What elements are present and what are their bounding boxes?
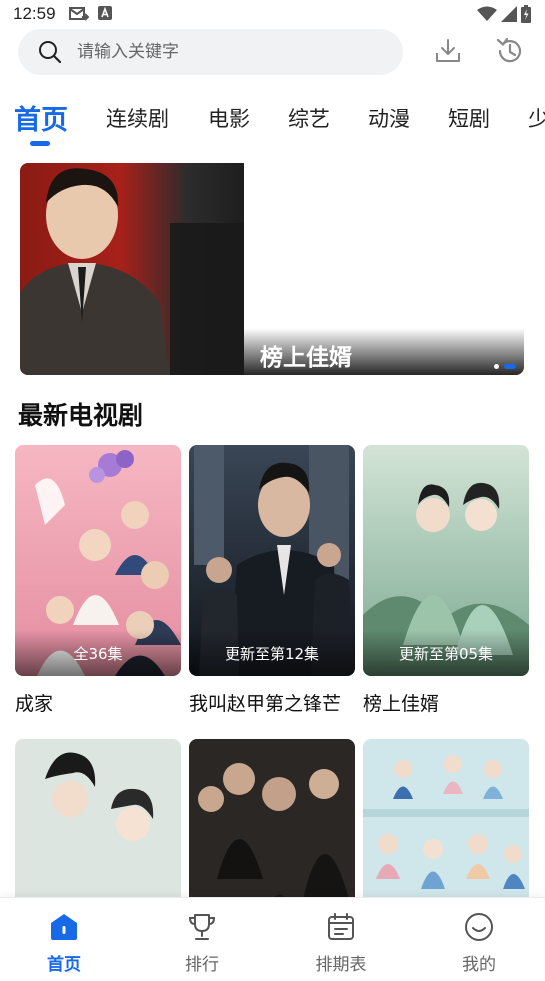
status-bar: 12:59 — [0, 0, 545, 30]
nav-label: 排行 — [185, 955, 219, 975]
show-title: 榜上佳婿 — [363, 693, 440, 715]
signal-icon — [501, 6, 517, 22]
tab-short-drama[interactable]: 短剧 — [448, 103, 490, 133]
trophy-icon — [188, 914, 216, 940]
tab-series[interactable]: 连续剧 — [106, 103, 169, 133]
search-icon — [39, 41, 62, 64]
nav-label: 排期表 — [315, 955, 367, 975]
tab-anime[interactable]: 动漫 — [368, 103, 410, 133]
show-poster: 更新至第05集 — [363, 445, 529, 676]
nav-label: 首页 — [47, 955, 81, 975]
show-title: 我叫赵甲第之锋芒 — [189, 693, 342, 715]
category-tabs: 首页 连续剧 电影 综艺 动漫 短剧 少 — [0, 95, 545, 153]
status-time: 12:59 — [13, 4, 56, 23]
banner-figure — [20, 168, 244, 375]
calendar-icon — [328, 913, 354, 940]
history-icon[interactable] — [495, 36, 525, 66]
section-title: 最新电视剧 — [18, 401, 144, 430]
search-input[interactable] — [77, 29, 387, 75]
search-bar[interactable] — [18, 29, 403, 75]
nav-label: 我的 — [462, 955, 496, 975]
show-card[interactable]: 更新至第05集 榜上佳婿 — [363, 445, 529, 716]
tab-home[interactable]: 首页 — [14, 98, 68, 137]
smiley-icon — [465, 913, 493, 941]
home-icon — [51, 914, 77, 940]
mail-forward-icon — [69, 7, 89, 21]
download-icon[interactable] — [433, 36, 463, 66]
wifi-icon — [477, 6, 497, 21]
nav-profile[interactable]: 我的 — [434, 912, 524, 975]
banner-title: 榜上佳婿 — [260, 345, 352, 371]
show-poster: 全36集 — [15, 445, 181, 676]
nav-schedule[interactable]: 排期表 — [296, 912, 386, 975]
show-card[interactable]: 全36集 成家 — [15, 445, 181, 716]
nav-home[interactable]: 首页 — [19, 912, 109, 975]
episode-badge: 更新至第05集 — [398, 645, 494, 663]
banner-pager — [494, 364, 516, 369]
show-title: 成家 — [15, 693, 54, 715]
a-box-icon — [98, 6, 112, 20]
show-card[interactable]: 更新至第12集 我叫赵甲第之锋芒 — [189, 445, 355, 716]
tab-variety[interactable]: 综艺 — [288, 103, 330, 133]
featured-banner[interactable]: 榜上佳婿 — [20, 163, 524, 375]
battery-icon — [521, 5, 531, 23]
pager-dot-active[interactable] — [504, 364, 516, 369]
nav-ranking[interactable]: 排行 — [157, 912, 247, 975]
tab-movies[interactable]: 电影 — [208, 103, 250, 133]
episode-badge: 全36集 — [73, 645, 123, 663]
banner-image — [20, 163, 244, 375]
active-tab-indicator — [30, 141, 50, 146]
episode-badge: 更新至第12集 — [224, 645, 320, 663]
bottom-nav: 首页 排行 排期表 我的 — [0, 897, 545, 981]
show-poster: 更新至第12集 — [189, 445, 355, 676]
tab-kids[interactable]: 少 — [528, 103, 545, 133]
pager-dot[interactable] — [494, 364, 499, 369]
